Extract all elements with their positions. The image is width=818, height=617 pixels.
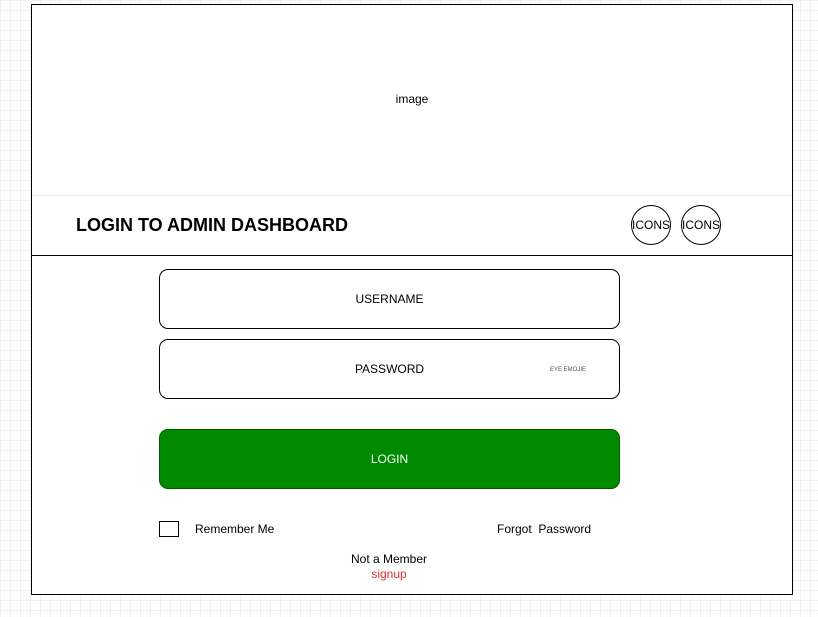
header-bar: LOGIN TO ADMIN DASHBOARD ICONS ICONS [32,195,792,256]
not-member-text: Not a Member [350,552,428,566]
remember-me-label: Remember Me [195,522,275,536]
header-icon-button-1[interactable]: ICONS [631,205,671,245]
signup-link[interactable]: signup [371,567,406,581]
page-title: LOGIN TO ADMIN DASHBOARD [76,215,348,235]
hero-image-placeholder: image [32,5,792,195]
show-password-toggle-icon[interactable]: EYE EMOJIE [550,367,586,373]
password-field[interactable]: EYE EMOJIE [159,339,620,399]
forgot-password-link[interactable]: Forgot Password [497,522,591,536]
remember-me-checkbox[interactable] [159,521,179,537]
signup-link-row: signup [0,567,778,581]
login-button[interactable]: LOGIN [159,429,620,489]
username-field[interactable] [159,269,620,329]
username-input[interactable] [160,270,619,328]
hero-image-label: image [395,92,429,106]
header-icon-button-2[interactable]: ICONS [681,205,721,245]
